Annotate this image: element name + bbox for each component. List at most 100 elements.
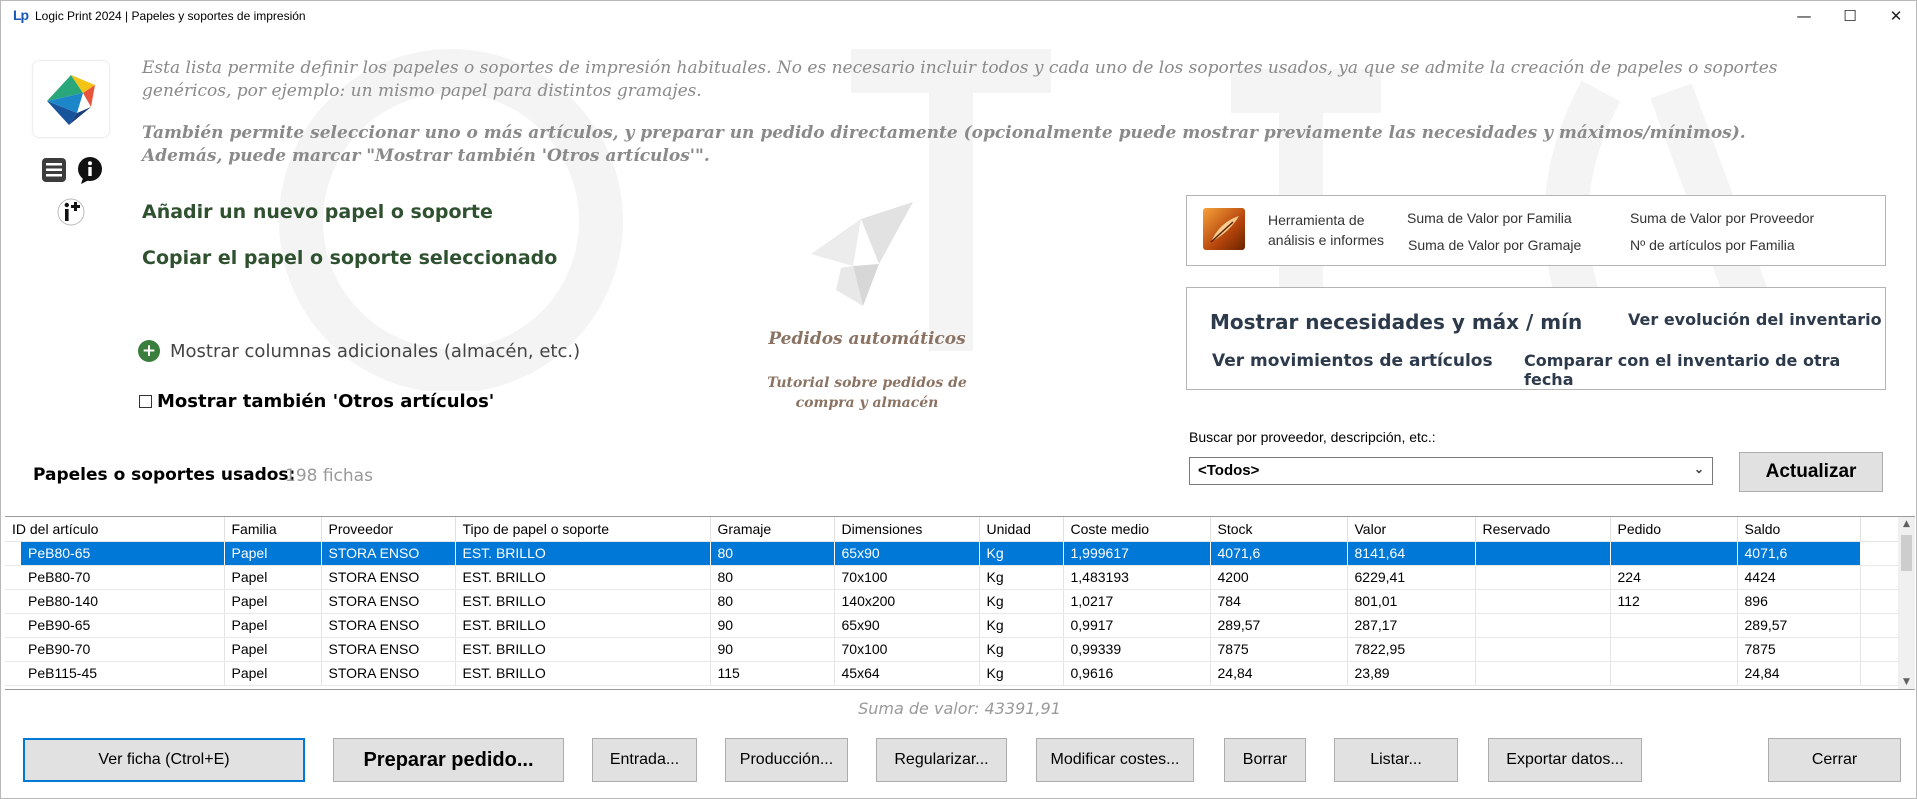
minimize-button[interactable]: — bbox=[1781, 1, 1827, 31]
table-cell-filler bbox=[1860, 565, 1903, 590]
table-cell: EST. BRILLO bbox=[455, 541, 711, 566]
add-new-paper-link[interactable]: Añadir un nuevo papel o soporte bbox=[142, 201, 493, 223]
orders-tutorial-link[interactable]: Tutorial sobre pedidos de compra y almac… bbox=[741, 373, 993, 413]
description-text: Esta lista permite definir los papeles o… bbox=[142, 58, 1778, 101]
search-label: Buscar por proveedor, descripción, etc.: bbox=[1189, 429, 1436, 445]
column-header[interactable]: Reservado bbox=[1475, 517, 1611, 542]
column-header[interactable]: Unidad bbox=[979, 517, 1064, 542]
table-cell: 65x90 bbox=[834, 613, 980, 638]
checkbox-box[interactable] bbox=[139, 395, 152, 408]
close-window-button[interactable]: ✕ bbox=[1873, 1, 1916, 31]
list-icon[interactable] bbox=[39, 155, 69, 185]
maximize-button[interactable]: ☐ bbox=[1827, 1, 1873, 31]
column-header-filler bbox=[1860, 517, 1903, 542]
chevron-down-icon[interactable]: ⌄ bbox=[1694, 462, 1704, 476]
window-title: Logic Print 2024 | Papeles y soportes de… bbox=[35, 9, 306, 23]
column-header[interactable]: ID del artículo bbox=[5, 517, 225, 542]
origami-logo-icon bbox=[47, 75, 95, 125]
analysis-tool-label[interactable]: Herramienta de análisis e informes bbox=[1268, 210, 1398, 250]
search-select[interactable]: <Todos> ⌄ bbox=[1189, 457, 1713, 485]
title-bar: Lp Logic Print 2024 | Papeles y soportes… bbox=[1, 1, 1916, 31]
regularize-button[interactable]: Regularizar... bbox=[876, 738, 1007, 782]
table-cell-filler bbox=[1860, 541, 1903, 566]
compare-inventory-link[interactable]: Comparar con el inventario de otra fecha bbox=[1524, 351, 1885, 389]
table-cell: 7875 bbox=[1210, 637, 1348, 662]
show-extra-columns-link[interactable]: + Mostrar columnas adicionales (almacén,… bbox=[138, 340, 580, 362]
table-row[interactable]: PeB80-140 Papel STORA ENSO EST. BRILLO 80 140… bbox=[5, 589, 1903, 614]
scroll-down-icon[interactable]: ▼ bbox=[1898, 677, 1915, 687]
modify-costs-button[interactable]: Modificar costes... bbox=[1036, 738, 1194, 782]
table-cell: PeB80-140 bbox=[5, 589, 225, 614]
table-cell: 0,9917 bbox=[1063, 613, 1211, 638]
view-record-button[interactable]: Ver ficha (Ctrol+E) bbox=[23, 738, 305, 782]
table-cell: 23,89 bbox=[1347, 661, 1476, 686]
table-cell: Papel bbox=[224, 541, 322, 566]
table-cell: 0,9616 bbox=[1063, 661, 1211, 686]
info-icon[interactable] bbox=[75, 155, 105, 185]
column-header[interactable]: Saldo bbox=[1737, 517, 1861, 542]
table-cell bbox=[1610, 613, 1738, 638]
table-row[interactable]: PeB90-65 Papel STORA ENSO EST. BRILLO 90 65x9… bbox=[5, 613, 1903, 638]
table-cell: 80 bbox=[710, 565, 835, 590]
show-needs-link[interactable]: Mostrar necesidades y máx / mín bbox=[1210, 310, 1582, 334]
production-button[interactable]: Producción... bbox=[725, 738, 848, 782]
analysis-tool-icon[interactable] bbox=[1203, 208, 1245, 250]
table-cell: 287,17 bbox=[1347, 613, 1476, 638]
vertical-scrollbar[interactable]: ▲ ▼ bbox=[1898, 517, 1915, 689]
table-cell: Papel bbox=[224, 613, 322, 638]
column-header[interactable]: Stock bbox=[1210, 517, 1348, 542]
table-cell: 140x200 bbox=[834, 589, 980, 614]
column-header[interactable]: Proveedor bbox=[321, 517, 456, 542]
scrollbar-thumb[interactable] bbox=[1901, 535, 1912, 571]
table-cell: 90 bbox=[710, 637, 835, 662]
table-cell: 115 bbox=[710, 661, 835, 686]
article-movements-link[interactable]: Ver movimientos de artículos bbox=[1212, 351, 1493, 371]
show-other-articles-checkbox[interactable]: Mostrar también 'Otros artículos' bbox=[139, 391, 494, 412]
table-cell bbox=[1610, 541, 1738, 566]
description-text-orders: También permite seleccionar uno o más ar… bbox=[142, 123, 1746, 166]
column-header[interactable]: Valor bbox=[1347, 517, 1476, 542]
update-button[interactable]: Actualizar bbox=[1739, 452, 1883, 492]
add-info-icon[interactable] bbox=[56, 197, 86, 227]
column-header[interactable]: Tipo de papel o soporte bbox=[455, 517, 711, 542]
table-cell: 0,99339 bbox=[1063, 637, 1211, 662]
automatic-orders-link[interactable]: Pedidos automáticos bbox=[741, 329, 993, 349]
table-cell: Papel bbox=[224, 565, 322, 590]
table-row[interactable]: PeB80-65 Papel STORA ENSO EST. BRILLO 80 65x9… bbox=[5, 541, 1903, 566]
table-cell: 4200 bbox=[1210, 565, 1348, 590]
export-data-button[interactable]: Exportar datos... bbox=[1488, 738, 1642, 782]
table-cell-filler bbox=[1860, 613, 1903, 638]
table-cell: 7822,95 bbox=[1347, 637, 1476, 662]
inventory-evolution-link[interactable]: Ver evolución del inventario bbox=[1628, 310, 1882, 329]
table-cell: PeB115-45 bbox=[5, 661, 225, 686]
origami-bird-icon[interactable] bbox=[801, 194, 921, 309]
sum-by-supplier-link[interactable]: Suma de Valor por Proveedor bbox=[1630, 210, 1814, 226]
table-cell: 90 bbox=[710, 613, 835, 638]
count-by-family-link[interactable]: Nº de artículos por Familia bbox=[1630, 237, 1795, 253]
table-cell: 7875 bbox=[1737, 637, 1861, 662]
table-row[interactable]: PeB80-70 Papel STORA ENSO EST. BRILLO 80 70x1… bbox=[5, 565, 1903, 590]
prepare-order-button[interactable]: Preparar pedido... bbox=[333, 738, 564, 782]
close-button[interactable]: Cerrar bbox=[1768, 738, 1901, 782]
table-cell-filler bbox=[1860, 637, 1903, 662]
delete-button[interactable]: Borrar bbox=[1224, 738, 1306, 782]
copy-paper-link[interactable]: Copiar el papel o soporte seleccionado bbox=[142, 247, 557, 269]
entry-button[interactable]: Entrada... bbox=[592, 738, 697, 782]
sum-by-family-link[interactable]: Suma de Valor por Familia bbox=[1407, 210, 1572, 226]
table-cell: STORA ENSO bbox=[321, 589, 456, 614]
list-button[interactable]: Listar... bbox=[1334, 738, 1458, 782]
column-header[interactable]: Familia bbox=[224, 517, 322, 542]
column-header[interactable]: Gramaje bbox=[710, 517, 835, 542]
column-header[interactable]: Coste medio bbox=[1063, 517, 1211, 542]
column-header[interactable]: Dimensiones bbox=[834, 517, 980, 542]
table-cell: STORA ENSO bbox=[321, 661, 456, 686]
table-row[interactable]: PeB90-70 Papel STORA ENSO EST. BRILLO 90 70x1… bbox=[5, 637, 1903, 662]
table-cell: 8141,64 bbox=[1347, 541, 1476, 566]
column-header[interactable]: Pedido bbox=[1610, 517, 1738, 542]
table-header-row: ID del artículo Familia Proveedor Tipo de p… bbox=[5, 517, 1903, 542]
scroll-up-icon[interactable]: ▲ bbox=[1898, 519, 1915, 529]
table-row[interactable]: PeB115-45 Papel STORA ENSO EST. BRILLO 115 45… bbox=[5, 661, 1903, 686]
feather-icon bbox=[1210, 216, 1239, 243]
search-select-value: <Todos> bbox=[1198, 462, 1260, 479]
sum-by-grammage-link[interactable]: Suma de Valor por Gramaje bbox=[1408, 237, 1581, 253]
